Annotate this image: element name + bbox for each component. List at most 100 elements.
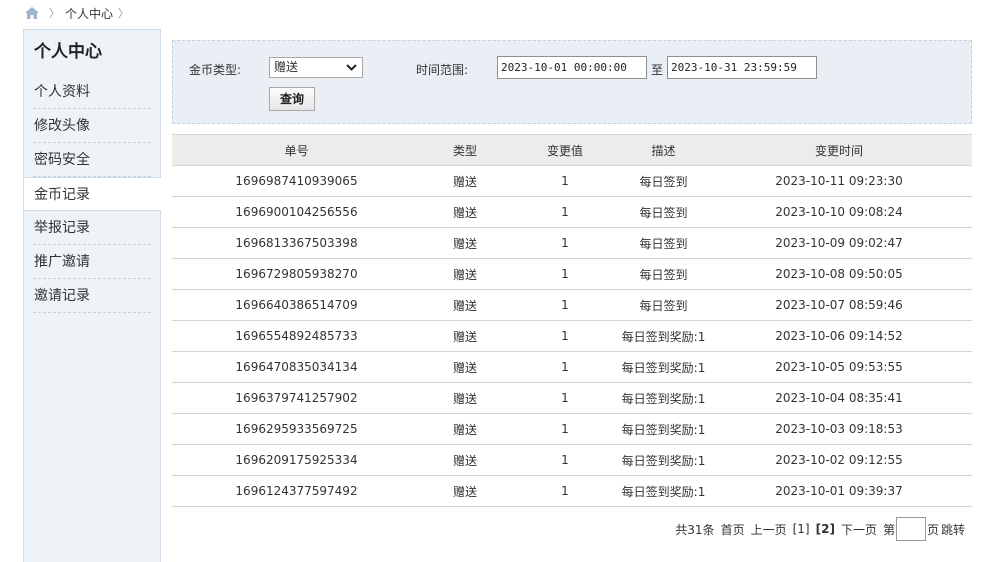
time-cell: 2023-10-06 09:14:52	[706, 320, 972, 352]
order-no-cell: 1696295933569725	[172, 413, 421, 445]
type-cell: 赠送	[421, 227, 509, 259]
sidebar-item-promotion[interactable]: 推广邀请	[24, 245, 160, 279]
breadcrumb-current[interactable]: 个人中心	[65, 5, 113, 22]
time-cell: 2023-10-02 09:12:55	[706, 444, 972, 476]
time-cell: 2023-10-04 08:35:41	[706, 382, 972, 414]
column-header-type: 类型	[421, 134, 509, 166]
sidebar: 个人中心 个人资料 修改头像 密码安全 金币记录 举报记录 推广邀请 邀请记录	[23, 29, 161, 562]
pagination-page-input[interactable]	[895, 517, 926, 541]
pagination-current-page: [2]	[815, 522, 835, 536]
pagination-next-link[interactable]: 下一页	[841, 521, 877, 538]
coin-type-value: 赠送	[274, 60, 299, 74]
coin-type-select[interactable]: 赠送	[269, 57, 363, 78]
time-cell: 2023-10-11 09:23:30	[706, 165, 972, 197]
time-cell: 2023-10-01 09:39:37	[706, 475, 972, 507]
pagination-total: 共31条	[675, 522, 715, 537]
change-cell: 1	[509, 196, 621, 228]
end-time-input[interactable]: 2023-10-31 23:59:59	[667, 56, 817, 79]
change-cell: 1	[509, 444, 621, 476]
table-row: 1696470835034134 赠送 1 每日签到奖励:1 2023-10-05 09…	[172, 351, 972, 383]
table-row: 1696729805938270 赠送 1 每日签到 2023-10-08 09:50:…	[172, 258, 972, 290]
type-cell: 赠送	[421, 444, 509, 476]
time-range-label: 时间范围:	[416, 63, 469, 77]
column-header-description: 描述	[621, 134, 706, 166]
time-range-to-label: 至	[651, 63, 664, 77]
breadcrumb: 〉 个人中心 〉	[24, 4, 134, 22]
type-cell: 赠送	[421, 258, 509, 290]
query-button[interactable]: 查询	[269, 87, 315, 111]
column-header-change: 变更值	[509, 134, 621, 166]
type-cell: 赠送	[421, 413, 509, 445]
pagination-goto-suffix: 页	[926, 522, 939, 537]
order-no-cell: 1696209175925334	[172, 444, 421, 476]
type-cell: 赠送	[421, 382, 509, 414]
description-cell: 每日签到奖励:1	[621, 444, 706, 476]
pagination-page-1-link[interactable]: [1]	[793, 522, 810, 536]
column-header-time: 变更时间	[706, 134, 972, 166]
sidebar-title: 个人中心	[34, 42, 102, 62]
change-cell: 1	[509, 320, 621, 352]
pagination-jump-link[interactable]: 跳转	[941, 521, 965, 538]
description-cell: 每日签到奖励:1	[621, 413, 706, 445]
time-cell: 2023-10-03 09:18:53	[706, 413, 972, 445]
sidebar-item-report-records[interactable]: 举报记录	[24, 211, 160, 245]
type-cell: 赠送	[421, 320, 509, 352]
time-cell: 2023-10-05 09:53:55	[706, 351, 972, 383]
order-no-cell: 1696900104256556	[172, 196, 421, 228]
type-cell: 赠送	[421, 165, 509, 197]
start-time-input[interactable]: 2023-10-01 00:00:00	[497, 56, 647, 79]
order-no-cell: 1696379741257902	[172, 382, 421, 414]
pagination-first-link[interactable]: 首页	[721, 521, 745, 538]
description-cell: 每日签到奖励:1	[621, 475, 706, 507]
time-cell: 2023-10-07 08:59:46	[706, 289, 972, 321]
table-row: 1696554892485733 赠送 1 每日签到奖励:1 2023-10-06 09…	[172, 320, 972, 352]
description-cell: 每日签到	[621, 196, 706, 228]
description-cell: 每日签到	[621, 165, 706, 197]
time-cell: 2023-10-09 09:02:47	[706, 227, 972, 259]
order-no-cell: 1696813367503398	[172, 227, 421, 259]
table-row: 1696640386514709 赠送 1 每日签到 2023-10-07 08:59:…	[172, 289, 972, 321]
order-no-cell: 1696470835034134	[172, 351, 421, 383]
order-no-cell: 1696554892485733	[172, 320, 421, 352]
filter-panel: 金币类型: 赠送 时间范围: 2023-10-01 00:00:00 至 202…	[172, 40, 972, 124]
sidebar-item-coin-records[interactable]: 金币记录	[24, 177, 161, 211]
table-row: 1696900104256556 赠送 1 每日签到 2023-10-10 09:08:…	[172, 196, 972, 228]
home-icon[interactable]	[24, 6, 40, 20]
description-cell: 每日签到	[621, 227, 706, 259]
breadcrumb-separator-icon: 〉	[118, 7, 130, 20]
sidebar-item-password[interactable]: 密码安全	[24, 143, 160, 177]
table-row: 1696813367503398 赠送 1 每日签到 2023-10-09 09:02:…	[172, 227, 972, 259]
table-header-row: 单号 类型 变更值 描述 变更时间	[172, 134, 972, 166]
type-cell: 赠送	[421, 351, 509, 383]
table-row: 1696295933569725 赠送 1 每日签到奖励:1 2023-10-03 09…	[172, 413, 972, 445]
sidebar-item-invite-records[interactable]: 邀请记录	[24, 279, 160, 313]
pagination-prev-link[interactable]: 上一页	[751, 521, 787, 538]
table-row: 1696209175925334 赠送 1 每日签到奖励:1 2023-10-02 09…	[172, 444, 972, 476]
change-cell: 1	[509, 227, 621, 259]
type-cell: 赠送	[421, 196, 509, 228]
description-cell: 每日签到	[621, 258, 706, 290]
coin-records-table: 单号 类型 变更值 描述 变更时间 1696987410939065 赠送 1 每日签…	[172, 134, 972, 507]
description-cell: 每日签到奖励:1	[621, 382, 706, 414]
time-cell: 2023-10-08 09:50:05	[706, 258, 972, 290]
change-cell: 1	[509, 289, 621, 321]
table-body: 1696987410939065 赠送 1 每日签到 2023-10-11 09:23:…	[172, 165, 972, 507]
order-no-cell: 1696987410939065	[172, 165, 421, 197]
order-no-cell: 1696124377597492	[172, 475, 421, 507]
description-cell: 每日签到奖励:1	[621, 351, 706, 383]
table-row: 1696379741257902 赠送 1 每日签到奖励:1 2023-10-04 08…	[172, 382, 972, 414]
sidebar-item-avatar[interactable]: 修改头像	[24, 109, 160, 143]
change-cell: 1	[509, 165, 621, 197]
time-cell: 2023-10-10 09:08:24	[706, 196, 972, 228]
table-row: 1696124377597492 赠送 1 每日签到奖励:1 2023-10-01 09…	[172, 475, 972, 507]
change-cell: 1	[509, 475, 621, 507]
breadcrumb-separator-icon: 〉	[49, 7, 60, 20]
column-header-order-no: 单号	[172, 134, 421, 166]
table-row: 1696987410939065 赠送 1 每日签到 2023-10-11 09:23:…	[172, 165, 972, 197]
pagination: 共31条 首页 上一页 [1] [2] 下一页 第 页 跳转	[669, 517, 965, 541]
pagination-goto-prefix: 第	[882, 522, 895, 537]
type-cell: 赠送	[421, 475, 509, 507]
sidebar-item-profile[interactable]: 个人资料	[24, 75, 160, 109]
change-cell: 1	[509, 382, 621, 414]
description-cell: 每日签到	[621, 289, 706, 321]
